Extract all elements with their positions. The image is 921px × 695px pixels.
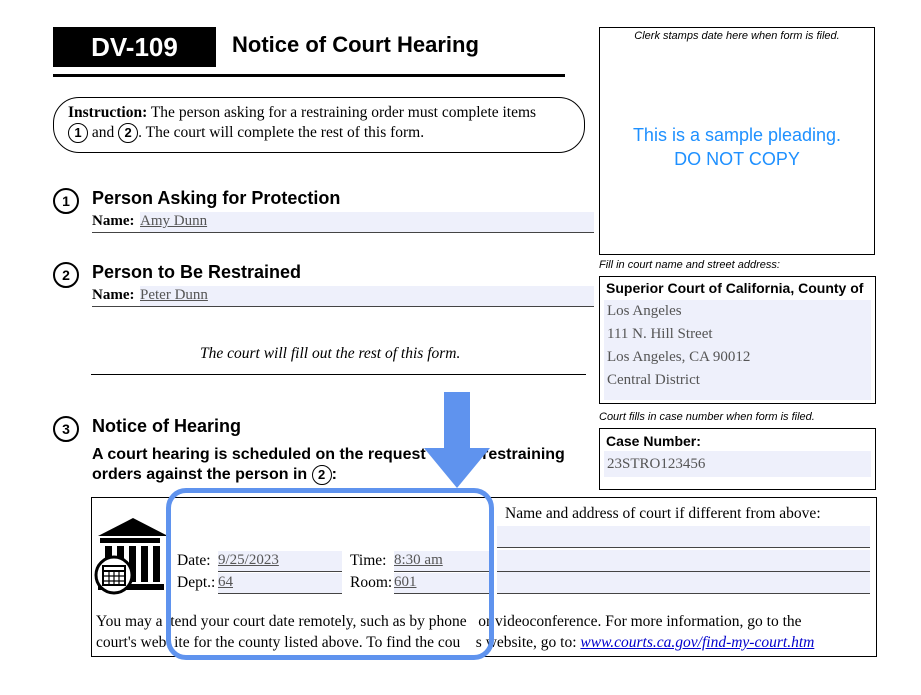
sample-watermark: This is a sample pleading. DO NOT COPY [600,123,874,171]
court-line: Los Angeles, CA 90012 [607,349,751,365]
clerk-stamp-box: Clerk stamps date here when form is file… [599,27,875,255]
section-1-number: 1 [53,188,79,214]
subtitle-part-c: orders against the person in [92,466,308,484]
form-number: DV-109 [53,27,216,67]
court-header: Superior Court of California, County of [606,280,864,296]
subtitle-end: : [331,466,337,484]
case-number-header: Case Number: [606,433,701,449]
court-address-box: Superior Court of California, County of … [599,276,876,404]
protected-name-field[interactable]: Amy Dunn [140,212,594,232]
name-label: Name: [92,287,135,303]
restrained-name-row: Name: Peter Dunn [92,286,594,307]
find-my-court-link[interactable]: www.courts.ca.gov/find-my-court.htm [580,634,814,651]
protected-name-row: Name: Amy Dunn [92,212,594,233]
header-rule [53,74,565,77]
section-2-number: 2 [53,262,79,288]
sample-line-1: This is a sample pleading. [632,125,842,145]
restrained-name-value: Peter Dunn [140,287,208,303]
instruction-and: and [91,124,115,141]
alt-court-field-3[interactable] [497,572,870,594]
court-line: 111 N. Hill Street [607,326,713,342]
alt-court-label: Name and address of court if different f… [505,505,821,522]
protected-name-value: Amy Dunn [140,213,208,229]
instruction-text-b: . The court will complete the rest of th… [138,124,425,141]
item-ref-2: 2 [118,123,139,144]
section-3-title: Notice of Hearing [92,416,242,436]
instruction-box: Instruction: The person asking for a res… [53,97,585,153]
court-address-field[interactable]: Los Angeles 111 N. Hill Street Los Angel… [604,300,871,400]
calendar-icon [94,555,134,595]
clerk-stamp-label: Clerk stamps date here when form is file… [634,30,840,42]
alt-court-field-2[interactable] [497,550,870,572]
instruction-text: The person asking for a restraining orde… [150,104,537,121]
section-1-title: Person Asking for Protection [92,188,341,208]
note-rule [91,374,586,375]
instruction-label: Instruction: [68,104,148,121]
restrained-name-field[interactable]: Peter Dunn [140,286,594,306]
section-3-number: 3 [53,416,79,442]
sample-line-2: DO NOT COPY [674,149,800,169]
item-ref-2: 2 [311,465,332,485]
highlight-frame [166,488,494,660]
subtitle-part-a: A court hearing is scheduled on the requ… [92,446,426,463]
down-arrow-icon [424,392,490,488]
court-fill-note: The court will fill out the rest of this… [200,345,461,362]
case-number-label: Court fills in case number when form is … [599,411,815,423]
form-title: Notice of Court Hearing [232,32,479,57]
section-2-title: Person to Be Restrained [92,262,302,282]
item-ref-1: 1 [68,123,88,144]
name-label: Name: [92,213,135,229]
alt-court-field-1[interactable] [497,526,870,548]
case-number-box: Case Number: 23STRO123456 [599,428,876,490]
court-line: Los Angeles [607,303,682,319]
case-number-field[interactable]: 23STRO123456 [604,451,871,477]
court-line: Central District [607,372,700,388]
court-address-label: Fill in court name and street address: [599,259,780,271]
